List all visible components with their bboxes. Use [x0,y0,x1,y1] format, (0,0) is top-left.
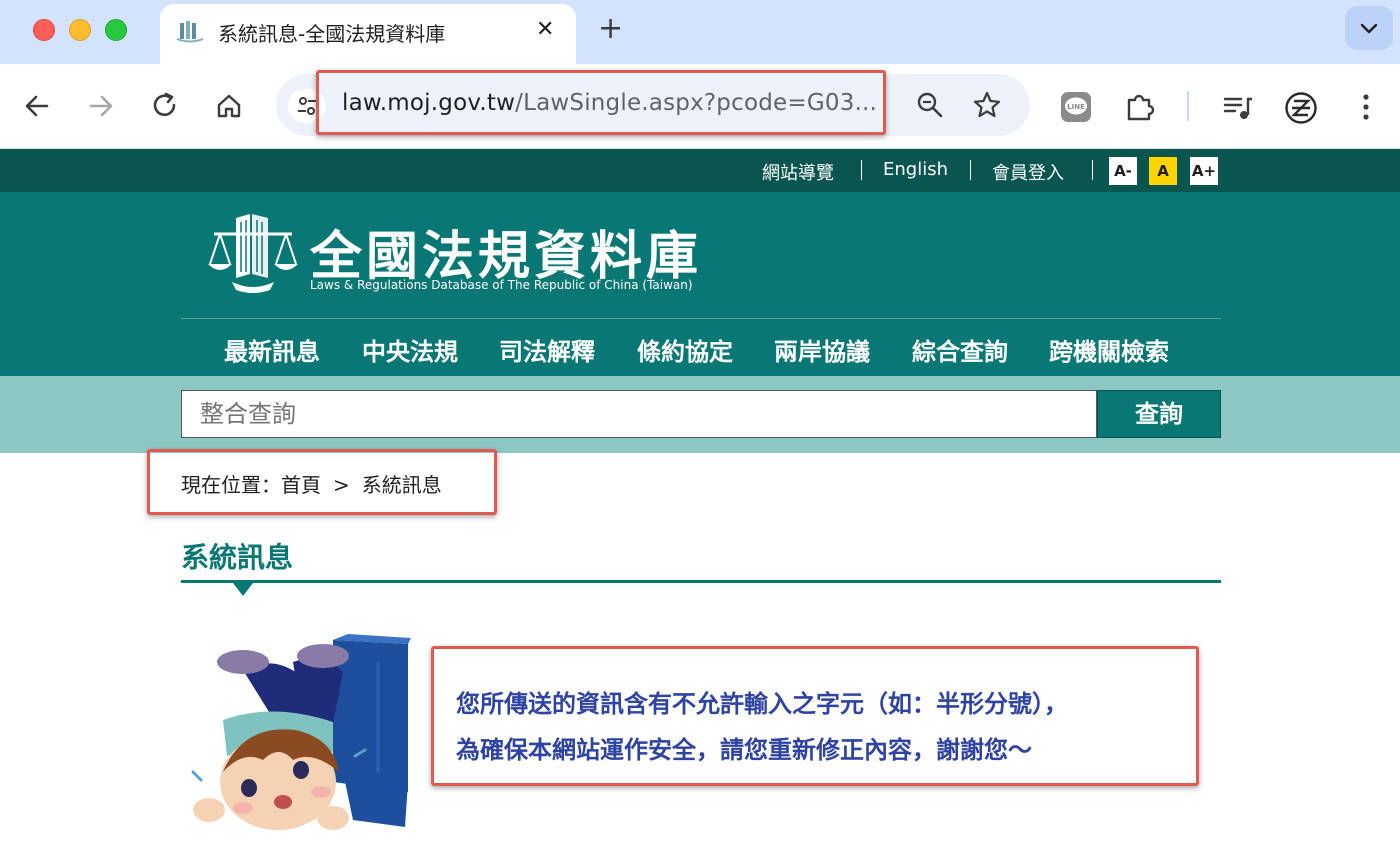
chevron-down-icon [1360,23,1378,34]
font-size-medium-button[interactable]: A [1149,157,1177,185]
back-arrow-icon[interactable] [22,91,52,121]
maximize-window-button[interactable] [105,19,127,41]
sitemap-link[interactable]: 網站導覽 [762,159,834,185]
browser-tab-active[interactable]: 系統訊息-全國法規資料庫 ✕ [160,4,576,64]
site-subtitle: Laws & Regulations Database of The Repub… [310,278,693,292]
util-separator [970,160,971,180]
svg-text:LINE: LINE [1067,103,1085,111]
nav-central-regulations[interactable]: 中央法規 [362,332,458,367]
util-separator [861,160,862,180]
font-size-small-button[interactable]: A- [1109,157,1137,185]
message-highlight-box [431,646,1199,786]
page-title: 系統訊息 [181,541,294,574]
tab-search-button[interactable] [1345,6,1393,50]
zotero-icon[interactable] [1284,91,1318,125]
nav-cross-strait-agreements[interactable]: 兩岸協議 [774,332,870,367]
url-highlight-box [316,70,886,135]
bookmark-star-icon[interactable] [972,90,1002,120]
more-menu-icon[interactable] [1356,91,1376,123]
tab-title: 系統訊息-全國法規資料庫 [218,22,446,46]
english-link[interactable]: English [883,159,948,180]
tab-close-icon[interactable]: ✕ [536,16,554,44]
minimize-window-button[interactable] [69,19,91,41]
scales-of-justice-logo-icon[interactable] [206,212,300,296]
forward-arrow-icon[interactable] [86,91,116,121]
nav-latest-news[interactable]: 最新訊息 [224,332,320,367]
line-extension-icon[interactable]: LINE [1060,91,1092,123]
page-title-caret [233,583,253,596]
close-window-button[interactable] [33,19,55,41]
page-title-underline [181,580,1221,583]
member-login-link[interactable]: 會員登入 [992,159,1064,185]
search-button[interactable]: 查詢 [1097,390,1221,438]
new-tab-button[interactable]: + [598,12,623,46]
util-separator [1092,160,1093,180]
home-icon[interactable] [214,91,244,121]
nav-integrated-search[interactable]: 綜合查詢 [912,332,1008,367]
fallen-boy-illustration [191,634,411,830]
nav-treaties[interactable]: 條約協定 [637,332,733,367]
nav-cross-agency-search[interactable]: 跨機關檢索 [1049,332,1169,367]
masthead-divider [181,318,1221,319]
toolbar-divider [1187,91,1189,121]
nav-judicial-interpretations[interactable]: 司法解釋 [499,332,595,367]
extensions-puzzle-icon[interactable] [1124,91,1156,123]
media-queue-icon[interactable] [1222,91,1254,123]
browser-tab-bar: 系統訊息-全國法規資料庫 ✕ + [0,0,1400,64]
search-input[interactable] [181,390,1097,438]
breadcrumb-highlight-box [147,449,497,515]
site-favicon-icon [176,21,204,43]
font-size-large-button[interactable]: A+ [1190,157,1218,185]
zoom-icon[interactable] [916,91,944,119]
reload-icon[interactable] [150,91,180,121]
